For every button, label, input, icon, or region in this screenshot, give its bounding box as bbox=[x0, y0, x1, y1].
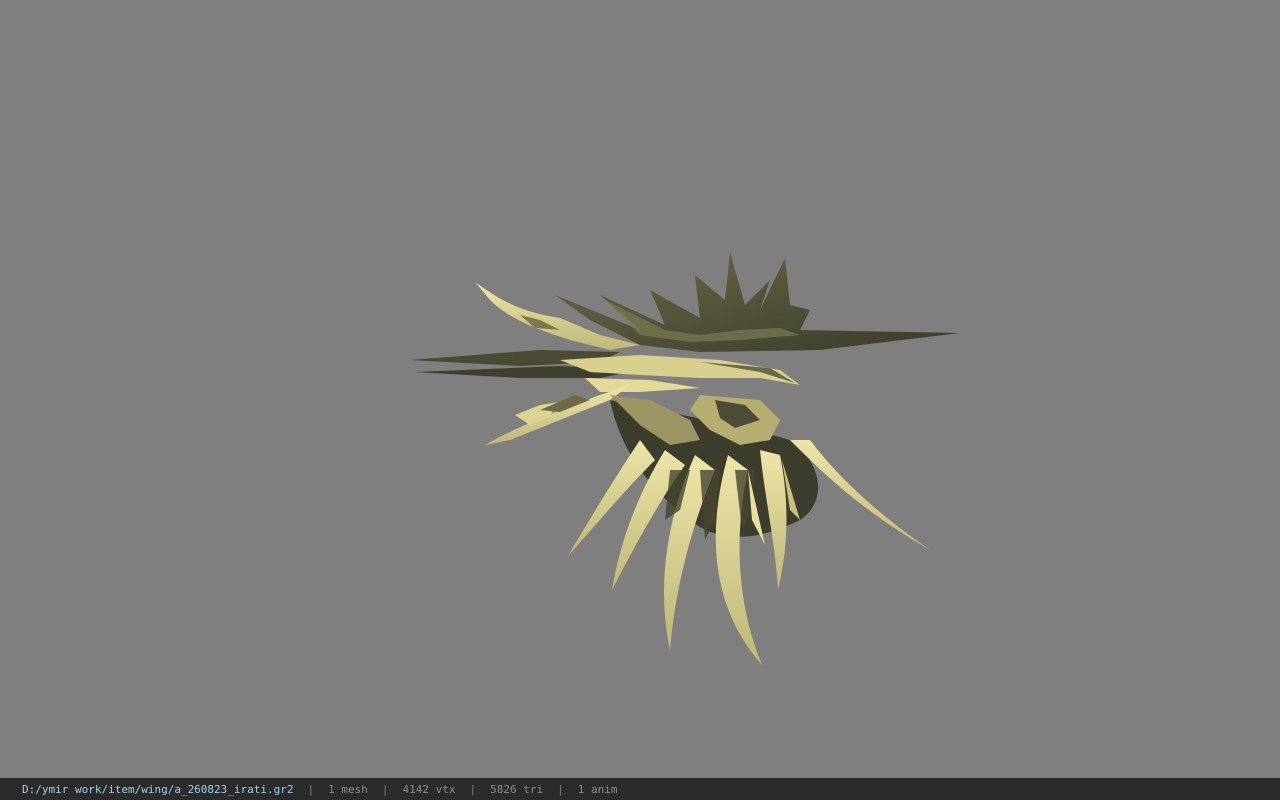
file-path: D:/ymir work/item/wing/a_260823_irati.gr… bbox=[22, 782, 294, 796]
wing-model-render bbox=[410, 252, 960, 665]
anim-count: 1 anim bbox=[577, 782, 618, 796]
vertex-count: 4142 vtx bbox=[402, 782, 456, 796]
separator: | bbox=[381, 782, 389, 796]
upper-left-blade bbox=[475, 282, 640, 350]
status-bar: D:/ymir work/item/wing/a_260823_irati.gr… bbox=[0, 778, 1280, 800]
separator: | bbox=[307, 782, 315, 796]
separator: | bbox=[469, 782, 477, 796]
triangle-count: 5826 tri bbox=[490, 782, 544, 796]
separator: | bbox=[557, 782, 564, 796]
mid-arm-2 bbox=[585, 378, 700, 392]
3d-viewport[interactable] bbox=[0, 0, 1280, 778]
mesh-count: 1 mesh bbox=[328, 782, 368, 796]
lower-left-blade bbox=[485, 385, 630, 445]
